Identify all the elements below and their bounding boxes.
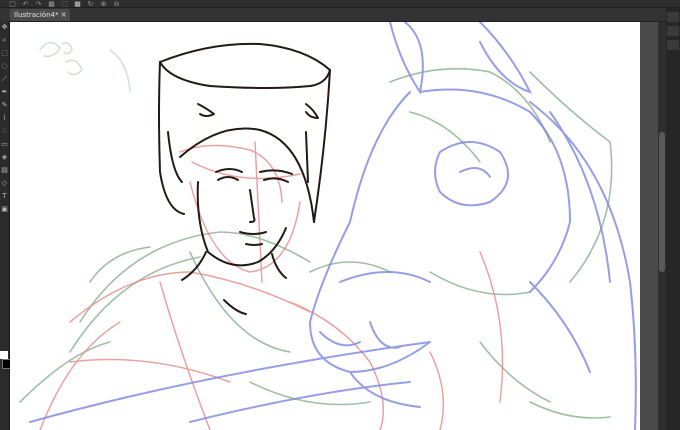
redo-icon[interactable]: ↷ [34, 0, 43, 7]
frame-tool-icon[interactable]: ▣ [0, 203, 9, 216]
command-bar: □ ↶ ↷ ▦ ⬚ ■ ↻ ⊕ ⊖ [0, 0, 680, 8]
zoom-out-icon[interactable]: ⊖ [112, 0, 121, 7]
main-color-swatch[interactable] [0, 351, 8, 359]
pencil-tool-icon[interactable]: ✎ [0, 99, 9, 112]
tool-palette: ✥ ⌕ ⬚ ◌ ⟋ ✒ ✎ ⌇ ∴ ▭ ◈ ▤ ◇ T ▣ [0, 21, 12, 430]
pen-tool-icon[interactable]: ✒ [0, 86, 9, 99]
document-tab-label: Ilustración4* [14, 11, 59, 19]
document-tab[interactable]: Ilustración4* × [10, 9, 70, 21]
airbrush-tool-icon[interactable]: ∴ [0, 125, 9, 138]
vertical-scrollbar[interactable] [658, 22, 666, 430]
drawing-canvas[interactable] [10, 22, 640, 430]
new-icon[interactable]: □ [8, 0, 17, 7]
canvas-area [10, 22, 658, 430]
text-tool-icon[interactable]: T [0, 190, 9, 203]
sketch-artwork [19, 22, 637, 430]
right-dock [666, 8, 680, 430]
document-tabbar: Ilustración4* × [0, 8, 680, 22]
close-icon[interactable]: × [60, 9, 67, 21]
dock-panel-tab[interactable] [667, 26, 679, 36]
transform-icon[interactable]: ⬚ [60, 0, 69, 7]
zoom-in-icon[interactable]: ⊕ [99, 0, 108, 7]
select-all-icon[interactable]: ▦ [47, 0, 56, 7]
color-icon[interactable]: ■ [73, 0, 82, 7]
eyedropper-tool-icon[interactable]: ⟋ [0, 73, 9, 86]
undo-icon[interactable]: ↶ [21, 0, 30, 7]
gradient-tool-icon[interactable]: ▤ [0, 164, 9, 177]
eraser-tool-icon[interactable]: ▭ [0, 138, 9, 151]
dock-panel-tab[interactable] [667, 12, 679, 22]
zoom-tool-icon[interactable]: ⌕ [0, 34, 9, 47]
selection-tool-icon[interactable]: ⬚ [0, 47, 9, 60]
fill-tool-icon[interactable]: ◈ [0, 151, 9, 164]
dock-panel-tab[interactable] [667, 40, 679, 50]
scrollbar-thumb[interactable] [659, 132, 665, 272]
brush-tool-icon[interactable]: ⌇ [0, 112, 9, 125]
move-tool-icon[interactable]: ✥ [0, 21, 9, 34]
rotate-icon[interactable]: ↻ [86, 0, 95, 7]
shape-tool-icon[interactable]: ◇ [0, 177, 9, 190]
lasso-tool-icon[interactable]: ◌ [0, 60, 9, 73]
